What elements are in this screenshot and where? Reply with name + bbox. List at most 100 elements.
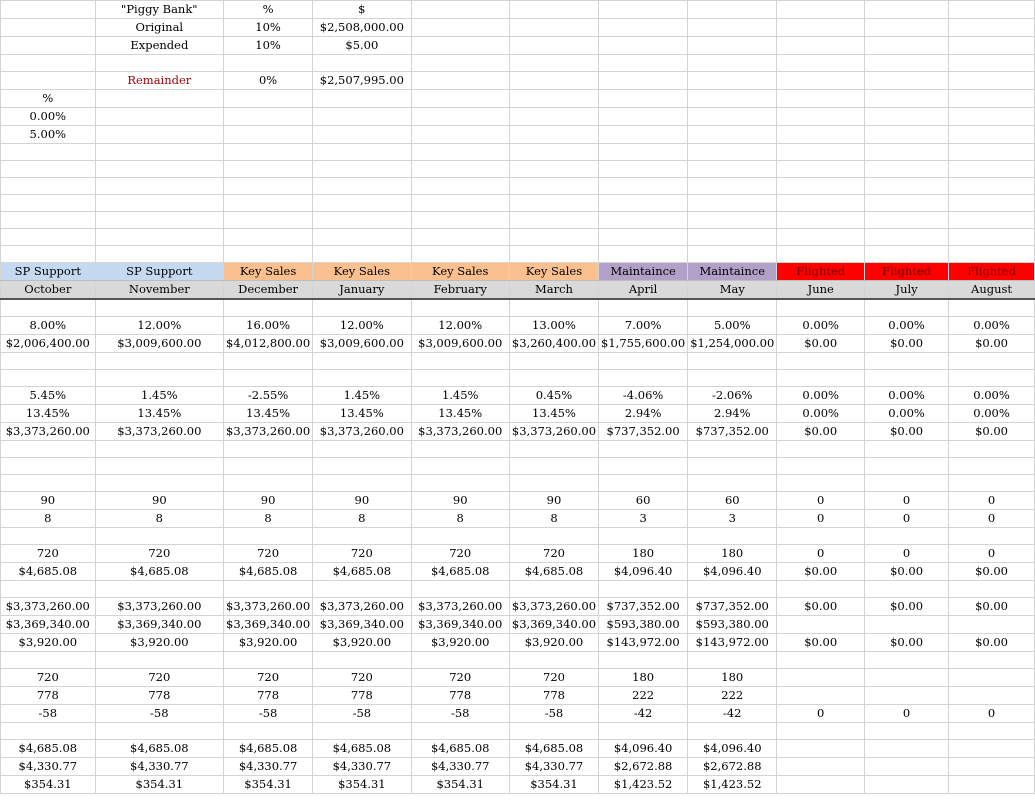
- sheet-cell[interactable]: [864, 298, 950, 317]
- sheet-cell[interactable]: $5.00: [312, 36, 412, 55]
- sheet-cell[interactable]: [312, 526, 412, 545]
- sheet-cell[interactable]: 778: [410, 685, 510, 705]
- sheet-cell[interactable]: [0, 36, 96, 55]
- sheet-cell[interactable]: 1.45%: [312, 385, 412, 405]
- sheet-cell[interactable]: [948, 756, 1035, 776]
- sheet-cell[interactable]: [948, 351, 1035, 370]
- sheet-cell[interactable]: 8: [223, 508, 314, 528]
- sheet-cell[interactable]: 8.00%: [0, 315, 96, 335]
- sheet-cell[interactable]: Remainder: [94, 71, 225, 90]
- sheet-cell[interactable]: [948, 650, 1035, 669]
- sheet-cell[interactable]: 90: [312, 490, 412, 510]
- sheet-cell[interactable]: $2,672.88: [687, 756, 778, 776]
- sheet-cell[interactable]: 7.00%: [598, 315, 689, 335]
- sheet-cell[interactable]: [598, 211, 689, 229]
- sheet-cell[interactable]: $3,373,260.00: [223, 421, 314, 441]
- sheet-cell[interactable]: [864, 245, 950, 263]
- sheet-cell[interactable]: $1,755,600.00: [598, 333, 689, 353]
- sheet-cell[interactable]: $4,096.40: [598, 738, 689, 758]
- month-header-cell[interactable]: October: [0, 280, 96, 300]
- sheet-cell[interactable]: [598, 650, 689, 669]
- sheet-cell[interactable]: [410, 473, 510, 492]
- sheet-cell[interactable]: [776, 614, 866, 634]
- sheet-cell[interactable]: 222: [598, 685, 689, 705]
- sheet-cell[interactable]: 778: [223, 685, 314, 705]
- sheet-cell[interactable]: [312, 579, 412, 598]
- sheet-cell[interactable]: $3,373,260.00: [0, 421, 96, 441]
- sheet-cell[interactable]: [776, 721, 866, 740]
- sheet-cell[interactable]: [410, 177, 510, 195]
- sheet-cell[interactable]: [598, 473, 689, 492]
- sheet-cell[interactable]: $3,373,260.00: [410, 596, 510, 616]
- sheet-cell[interactable]: "Piggy Bank": [94, 0, 225, 19]
- sheet-cell[interactable]: $0.00: [948, 333, 1035, 353]
- sheet-cell[interactable]: [948, 194, 1035, 212]
- sheet-cell[interactable]: 60: [687, 490, 778, 510]
- sheet-cell[interactable]: [948, 439, 1035, 458]
- sheet-cell[interactable]: [312, 228, 412, 246]
- sheet-cell[interactable]: [410, 298, 510, 317]
- sheet-cell[interactable]: $3,373,260.00: [223, 596, 314, 616]
- sheet-cell[interactable]: [687, 54, 778, 72]
- sheet-cell[interactable]: $3,369,340.00: [508, 614, 600, 634]
- sheet-cell[interactable]: 3: [687, 508, 778, 528]
- sheet-cell[interactable]: [312, 143, 412, 161]
- sheet-cell[interactable]: [508, 177, 600, 195]
- sheet-cell[interactable]: [948, 526, 1035, 545]
- sheet-cell[interactable]: [687, 0, 778, 19]
- month-header-cell[interactable]: January: [312, 280, 412, 300]
- sheet-cell[interactable]: [312, 211, 412, 229]
- sheet-cell[interactable]: [223, 650, 314, 669]
- sheet-cell[interactable]: 0.00%: [0, 107, 96, 126]
- sheet-cell[interactable]: [687, 351, 778, 370]
- sheet-cell[interactable]: $3,373,260.00: [94, 421, 225, 441]
- sheet-cell[interactable]: [687, 368, 778, 387]
- sheet-cell[interactable]: 16.00%: [223, 315, 314, 335]
- sheet-cell[interactable]: [948, 36, 1035, 55]
- sheet-cell[interactable]: [948, 143, 1035, 161]
- sheet-cell[interactable]: [94, 721, 225, 740]
- sheet-cell[interactable]: [508, 439, 600, 458]
- sheet-cell[interactable]: [410, 18, 510, 37]
- sheet-cell[interactable]: $737,352.00: [687, 421, 778, 441]
- sheet-cell[interactable]: [687, 579, 778, 598]
- sheet-cell[interactable]: [508, 456, 600, 475]
- sheet-cell[interactable]: [864, 456, 950, 475]
- sheet-cell[interactable]: [312, 160, 412, 178]
- sheet-cell[interactable]: 0: [864, 543, 950, 563]
- sheet-cell[interactable]: [598, 107, 689, 126]
- sheet-cell[interactable]: [508, 211, 600, 229]
- sheet-cell[interactable]: [508, 473, 600, 492]
- sheet-cell[interactable]: [776, 685, 866, 705]
- sheet-cell[interactable]: [948, 107, 1035, 126]
- sheet-cell[interactable]: 10%: [223, 18, 314, 37]
- sheet-cell[interactable]: [948, 774, 1035, 794]
- sheet-cell[interactable]: 5.00%: [0, 125, 96, 144]
- sheet-cell[interactable]: [223, 721, 314, 740]
- sheet-cell[interactable]: [508, 368, 600, 387]
- sheet-cell[interactable]: $2,672.88: [598, 756, 689, 776]
- sheet-cell[interactable]: $4,685.08: [508, 738, 600, 758]
- sheet-cell[interactable]: [94, 143, 225, 161]
- sheet-cell[interactable]: [94, 439, 225, 458]
- sheet-cell[interactable]: [687, 194, 778, 212]
- sheet-cell[interactable]: [312, 89, 412, 108]
- sheet-cell[interactable]: [598, 721, 689, 740]
- sheet-cell[interactable]: [410, 0, 510, 19]
- sheet-cell[interactable]: [687, 211, 778, 229]
- sheet-cell[interactable]: [598, 54, 689, 72]
- sheet-cell[interactable]: [223, 177, 314, 195]
- sheet-cell[interactable]: $143,972.00: [687, 632, 778, 652]
- sheet-cell[interactable]: $354.31: [94, 774, 225, 794]
- sheet-cell[interactable]: 0: [948, 543, 1035, 563]
- sheet-cell[interactable]: [687, 36, 778, 55]
- sheet-cell[interactable]: 720: [0, 667, 96, 687]
- sheet-cell[interactable]: [687, 298, 778, 317]
- sheet-cell[interactable]: 8: [94, 508, 225, 528]
- sheet-cell[interactable]: [0, 245, 96, 263]
- sheet-cell[interactable]: [312, 473, 412, 492]
- sheet-cell[interactable]: $737,352.00: [598, 596, 689, 616]
- sheet-cell[interactable]: [508, 89, 600, 108]
- sheet-cell[interactable]: [0, 439, 96, 458]
- sheet-cell[interactable]: [410, 228, 510, 246]
